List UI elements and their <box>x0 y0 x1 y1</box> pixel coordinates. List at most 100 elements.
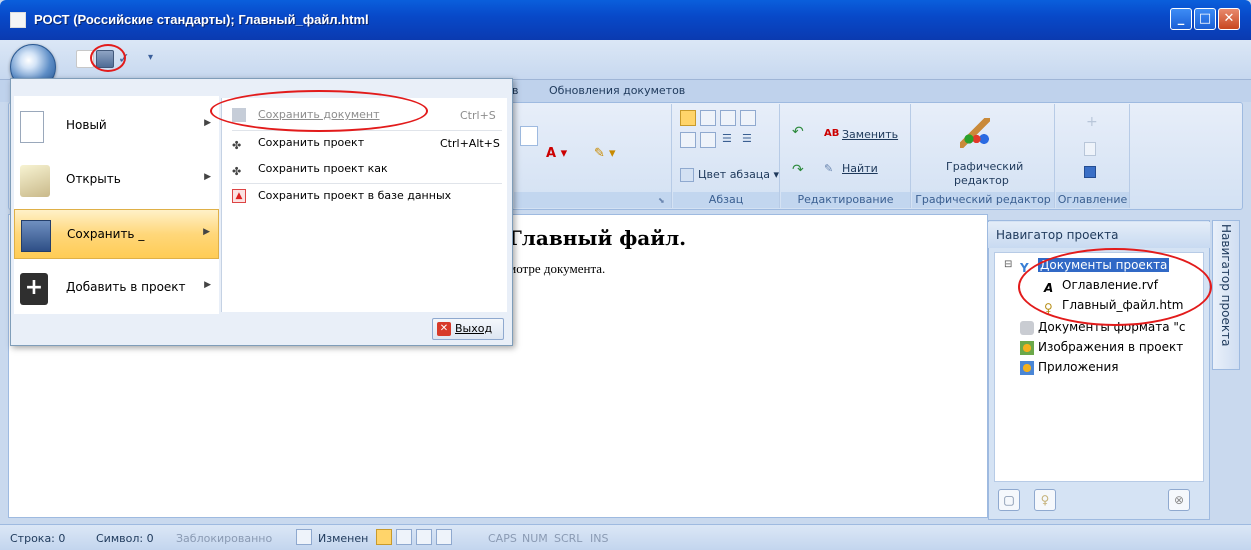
submenu-label: Сохранить проект в базе данных <box>258 189 452 202</box>
save-document-icon <box>232 108 246 122</box>
close-button[interactable]: ✕ <box>1218 8 1240 30</box>
tree-item-label: Главный_файл.htm <box>1062 298 1184 312</box>
tree-item-label: Документы проекта <box>1038 258 1170 272</box>
key-icon[interactable]: ♀ <box>1034 489 1056 511</box>
align-left-icon[interactable] <box>680 110 696 126</box>
toc-document-icon[interactable] <box>1084 142 1096 156</box>
font-group-launcher-icon[interactable]: ⬊ <box>658 196 665 205</box>
tree-item-attachments[interactable]: Приложения <box>1020 358 1119 376</box>
graphic-editor-label-1[interactable]: Графический <box>946 160 1023 173</box>
menu-item-open[interactable]: Открыть ▶ <box>14 155 219 205</box>
menu-item-new[interactable]: Новый ▶ <box>14 101 219 151</box>
status-ins: INS <box>590 532 609 545</box>
exit-button[interactable]: ✕ Выход <box>432 318 504 340</box>
status-align-center-icon[interactable] <box>396 529 412 545</box>
font-dropdown[interactable] <box>520 126 538 146</box>
save-project-icon: ✤ <box>232 139 242 152</box>
customize-qat-button[interactable]: ▾ <box>148 52 153 63</box>
save-icon[interactable] <box>96 50 114 68</box>
numbered-list-icon[interactable]: ☰ <box>722 132 732 145</box>
save-project-shortcut: Ctrl+Alt+S <box>440 137 500 150</box>
status-locked: Заблокированно <box>176 532 273 545</box>
bullet-list-icon[interactable]: ☰ <box>742 132 752 145</box>
menu-item-label: Новый <box>66 118 107 132</box>
paragraph-color-icon <box>680 168 694 182</box>
open-folder-icon <box>20 165 50 197</box>
save-project-db-item[interactable]: ▲ Сохранить проект в базе данных <box>232 186 451 206</box>
new-document-icon[interactable] <box>76 50 94 68</box>
find-label: Найти <box>842 162 878 175</box>
status-align-left-icon[interactable] <box>376 529 392 545</box>
add-toc-icon[interactable]: + <box>1086 114 1098 130</box>
outdent-icon[interactable] <box>680 132 696 148</box>
highlight-pen-icon[interactable]: ✎ ▾ <box>594 146 616 161</box>
submenu-divider <box>232 130 502 131</box>
navigator-side-tab-label: Навигатор проекта <box>1219 224 1233 347</box>
html-file-icon: ♀ <box>1044 300 1053 315</box>
tree-item-label: Оглавление.rvf <box>1062 278 1158 292</box>
graphic-editor-group-label: Графический редактор <box>912 192 1054 208</box>
editing-group: Редактирование <box>781 104 911 208</box>
save-status-icon[interactable] <box>296 529 312 545</box>
replace-icon: AB <box>824 128 840 139</box>
tree-item-format-docs[interactable]: Документы формата "с <box>1020 318 1186 336</box>
justify-icon[interactable] <box>740 110 756 126</box>
save-disk-icon <box>21 220 51 252</box>
tree-item-toc-file[interactable]: A Оглавление.rvf <box>1044 276 1158 295</box>
submenu-arrow-icon: ▶ <box>204 280 211 290</box>
find-icon: ✎ <box>824 162 834 175</box>
indent-icon[interactable] <box>700 132 716 148</box>
save-project-as-icon: ✤ <box>232 165 242 178</box>
menu-item-add-to-project[interactable]: + Добавить в проект ▶ <box>14 263 219 313</box>
tree-item-label: Изображения в проект <box>1038 340 1184 354</box>
new-document-icon[interactable]: ▢ <box>998 489 1020 511</box>
tree-item-project-docs[interactable]: Y Документы проекта <box>1020 256 1170 275</box>
tree-collapse-icon[interactable]: ⊟ <box>1004 256 1012 274</box>
editing-group-label: Редактирование <box>781 192 910 208</box>
tab-document-updates[interactable]: Обновления докуметов <box>549 84 685 97</box>
tree-item-label: Документы формата "с <box>1038 320 1186 334</box>
tree-item-label: Приложения <box>1038 360 1119 374</box>
replace-button[interactable]: AB Заменить <box>824 128 898 142</box>
delete-icon[interactable]: ⊗ <box>1168 489 1190 511</box>
status-caps: CAPS <box>488 532 517 545</box>
maximize-button[interactable]: □ <box>1194 8 1216 30</box>
align-center-icon[interactable] <box>700 110 716 126</box>
menu-item-label: Добавить в проект <box>66 280 186 294</box>
status-num: NUM <box>522 532 548 545</box>
exit-icon: ✕ <box>437 322 451 336</box>
find-button[interactable]: ✎ Найти <box>824 162 878 176</box>
tree-item-images[interactable]: Изображения в проект <box>1020 338 1183 356</box>
redo-icon[interactable]: ↷ <box>792 162 804 178</box>
align-right-icon[interactable] <box>720 110 736 126</box>
menu-item-save[interactable]: Сохранить _ ▶ <box>14 209 219 259</box>
minimize-button[interactable]: _ <box>1170 8 1192 30</box>
quick-access-toolbar <box>0 40 1251 80</box>
tree-item-main-file[interactable]: ♀ Главный_файл.htm <box>1044 296 1184 315</box>
add-plus-icon: + <box>20 273 48 305</box>
status-symbol: Символ: 0 <box>96 532 154 545</box>
submenu-arrow-icon: ▶ <box>203 227 210 237</box>
paint-palette-icon[interactable] <box>960 118 990 148</box>
status-changed: Изменен <box>318 532 369 545</box>
toc-save-icon[interactable] <box>1084 166 1096 178</box>
window-title: РОСТ (Российские стандарты); Главный_фай… <box>34 12 369 27</box>
status-scrl: SCRL <box>554 532 583 545</box>
navigator-title: Навигатор проекта <box>988 222 1210 248</box>
menu-item-label: Открыть <box>66 172 121 186</box>
save-project-item[interactable]: ✤ Сохранить проект <box>232 133 364 153</box>
save-document-item[interactable]: Сохранить документ <box>232 105 380 125</box>
title-bar: РОСТ (Российские стандарты); Главный_фай… <box>0 0 1251 40</box>
new-document-icon <box>20 111 44 143</box>
checkmark-icon[interactable]: ✓ <box>118 50 136 68</box>
status-align-right-icon[interactable] <box>416 529 432 545</box>
status-justify-icon[interactable] <box>436 529 452 545</box>
undo-icon[interactable]: ↶ <box>792 124 804 140</box>
paragraph-color-button[interactable]: Цвет абзаца ▾ <box>680 168 779 182</box>
font-color-icon[interactable]: A ▾ <box>546 146 567 161</box>
paragraph-group-label: Абзац <box>673 192 779 208</box>
save-project-as-item[interactable]: ✤ Сохранить проект как <box>232 159 388 179</box>
submenu-divider <box>232 183 502 184</box>
graphic-editor-label-2[interactable]: редактор <box>954 174 1009 187</box>
submenu-arrow-icon: ▶ <box>204 172 211 182</box>
